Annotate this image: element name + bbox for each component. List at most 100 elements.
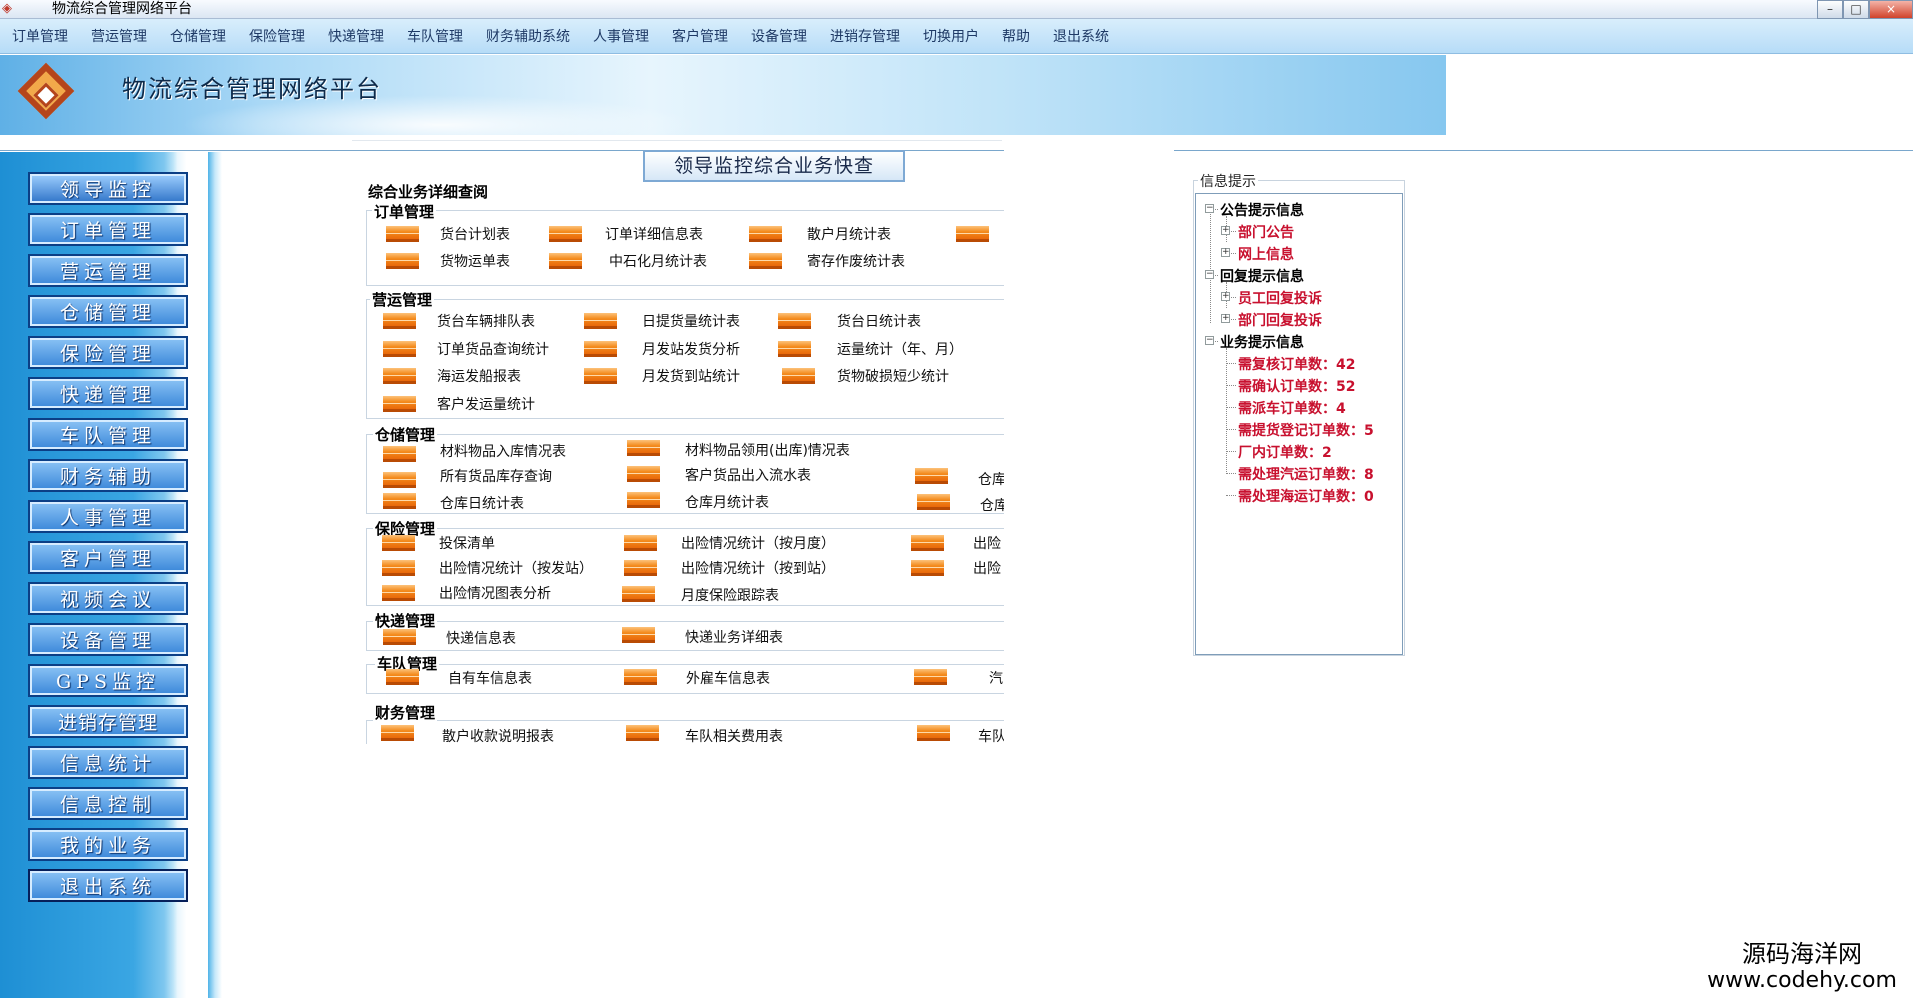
report-icon[interactable] bbox=[911, 535, 944, 551]
link-report[interactable]: 运量统计（年、月） bbox=[837, 339, 963, 359]
sidebar-item-my-business[interactable]: 我的业务 bbox=[28, 828, 188, 861]
report-icon[interactable] bbox=[584, 313, 617, 329]
sidebar-item-storage[interactable]: 仓储管理 bbox=[28, 295, 188, 328]
link-report[interactable]: 出险情况统计（按发站） bbox=[439, 558, 593, 578]
menu-item-switch-user[interactable]: 切换用户 bbox=[923, 26, 979, 46]
sidebar-item-fleet[interactable]: 车队管理 bbox=[28, 418, 188, 451]
report-icon[interactable] bbox=[627, 440, 660, 456]
link-report[interactable]: 月发站发货分析 bbox=[642, 339, 740, 359]
link-report[interactable]: 货物破损短少统计 bbox=[837, 366, 949, 386]
tree-node-online-info[interactable]: 网上信息 bbox=[1238, 244, 1294, 264]
report-icon[interactable] bbox=[386, 226, 419, 242]
menu-item-operations[interactable]: 营运管理 bbox=[91, 26, 147, 46]
link-report[interactable]: 货台日统计表 bbox=[837, 311, 921, 331]
link-report[interactable]: 订单货品查询统计 bbox=[437, 339, 549, 359]
report-icon[interactable] bbox=[778, 341, 811, 357]
tree-node-announcements[interactable]: 公告提示信息 bbox=[1220, 200, 1304, 220]
report-icon[interactable] bbox=[549, 253, 582, 269]
report-icon[interactable] bbox=[383, 313, 416, 329]
report-icon[interactable] bbox=[383, 446, 416, 462]
tree-node-business-item[interactable]: 需提货登记订单数：5 bbox=[1238, 420, 1374, 440]
report-icon[interactable] bbox=[956, 226, 989, 242]
report-icon[interactable] bbox=[782, 368, 815, 384]
sidebar-item-leader-monitor[interactable]: 领导监控 bbox=[28, 172, 188, 205]
report-icon[interactable] bbox=[584, 368, 617, 384]
link-report[interactable]: 快递业务详细表 bbox=[685, 627, 783, 647]
tree-node-business-item[interactable]: 需确认订单数：52 bbox=[1238, 376, 1355, 396]
report-icon[interactable] bbox=[914, 669, 947, 685]
menu-item-customer[interactable]: 客户管理 bbox=[672, 26, 728, 46]
link-report[interactable]: 仓库日统计表 bbox=[440, 493, 524, 513]
menu-item-equipment[interactable]: 设备管理 bbox=[751, 26, 807, 46]
report-icon[interactable] bbox=[622, 627, 655, 643]
link-report[interactable]: 中石化月统计表 bbox=[609, 251, 707, 271]
link-report[interactable]: 汽 bbox=[989, 668, 1003, 688]
report-icon[interactable] bbox=[749, 226, 782, 242]
sidebar-item-equipment[interactable]: 设备管理 bbox=[28, 623, 188, 656]
link-report[interactable]: 出险情况图表分析 bbox=[439, 583, 551, 603]
report-icon[interactable] bbox=[917, 494, 950, 510]
report-icon[interactable] bbox=[622, 586, 655, 602]
link-report[interactable]: 车队 bbox=[978, 726, 1006, 746]
report-icon[interactable] bbox=[624, 669, 657, 685]
sidebar-item-insurance[interactable]: 保险管理 bbox=[28, 336, 188, 369]
report-icon[interactable] bbox=[383, 472, 416, 488]
report-icon[interactable] bbox=[382, 560, 415, 576]
tree-node-business-item[interactable]: 厂内订单数：2 bbox=[1238, 442, 1332, 462]
sidebar-item-inventory[interactable]: 进销存管理 bbox=[28, 705, 188, 738]
link-report[interactable]: 所有货品库存查询 bbox=[440, 466, 552, 486]
expand-toggle-icon[interactable]: + bbox=[1221, 226, 1230, 235]
link-report[interactable]: 客户货品出入流水表 bbox=[685, 465, 811, 485]
report-icon[interactable] bbox=[383, 396, 416, 412]
report-icon[interactable] bbox=[386, 253, 419, 269]
menu-item-hr[interactable]: 人事管理 bbox=[593, 26, 649, 46]
report-icon[interactable] bbox=[383, 493, 416, 509]
report-icon[interactable] bbox=[778, 313, 811, 329]
link-report[interactable]: 散户收款说明报表 bbox=[442, 726, 554, 746]
report-icon[interactable] bbox=[584, 341, 617, 357]
report-icon[interactable] bbox=[627, 466, 660, 482]
tree-node-business-item[interactable]: 需处理汽运订单数：8 bbox=[1238, 464, 1374, 484]
menu-item-inventory[interactable]: 进销存管理 bbox=[830, 26, 900, 46]
link-report[interactable]: 车队相关费用表 bbox=[685, 726, 783, 746]
link-report[interactable]: 出险情况统计（按月度） bbox=[681, 533, 835, 553]
menu-item-express[interactable]: 快递管理 bbox=[328, 26, 384, 46]
link-report[interactable]: 客户发运量统计 bbox=[437, 394, 535, 414]
report-icon[interactable] bbox=[917, 725, 950, 741]
link-report[interactable]: 月发货到站统计 bbox=[642, 366, 740, 386]
link-report[interactable]: 投保清单 bbox=[439, 533, 495, 553]
expand-toggle-icon[interactable]: + bbox=[1221, 292, 1230, 301]
menu-item-finance[interactable]: 财务辅助系统 bbox=[486, 26, 570, 46]
tree-node-business-item[interactable]: 需派车订单数：4 bbox=[1238, 398, 1346, 418]
collapse-toggle-icon[interactable]: − bbox=[1205, 270, 1214, 279]
menu-item-help[interactable]: 帮助 bbox=[1002, 26, 1030, 46]
sidebar-item-customer[interactable]: 客户管理 bbox=[28, 541, 188, 574]
report-icon[interactable] bbox=[386, 669, 419, 685]
sidebar-item-order[interactable]: 订单管理 bbox=[28, 213, 188, 246]
sidebar-item-video-conference[interactable]: 视频会议 bbox=[28, 582, 188, 615]
link-report[interactable]: 自有车信息表 bbox=[448, 668, 532, 688]
collapse-toggle-icon[interactable]: − bbox=[1205, 336, 1214, 345]
tree-node-dept-announcement[interactable]: 部门公告 bbox=[1238, 222, 1294, 242]
report-icon[interactable] bbox=[915, 468, 948, 484]
link-report[interactable]: 订单详细信息表 bbox=[605, 224, 703, 244]
report-icon[interactable] bbox=[383, 368, 416, 384]
report-icon[interactable] bbox=[911, 560, 944, 576]
link-report[interactable]: 货台计划表 bbox=[440, 224, 510, 244]
link-report[interactable]: 出险 bbox=[973, 533, 1001, 553]
report-icon[interactable] bbox=[383, 341, 416, 357]
tree-node-dept-reply[interactable]: 部门回复投诉 bbox=[1238, 310, 1322, 330]
report-icon[interactable] bbox=[627, 492, 660, 508]
tree-node-business-item[interactable]: 需处理海运订单数：0 bbox=[1238, 486, 1374, 506]
link-report[interactable]: 货物运单表 bbox=[440, 251, 510, 271]
link-report[interactable]: 材料物品领用(出库)情况表 bbox=[685, 440, 850, 460]
link-report[interactable]: 仓库 bbox=[978, 469, 1006, 489]
sidebar-item-exit[interactable]: 退出系统 bbox=[28, 869, 188, 902]
expand-toggle-icon[interactable]: + bbox=[1221, 248, 1230, 257]
sidebar-item-statistics[interactable]: 信息统计 bbox=[28, 746, 188, 779]
link-report[interactable]: 出险情况统计（按到站） bbox=[681, 558, 835, 578]
sidebar-item-express[interactable]: 快递管理 bbox=[28, 377, 188, 410]
collapse-toggle-icon[interactable]: − bbox=[1205, 204, 1214, 213]
report-icon[interactable] bbox=[382, 535, 415, 551]
sidebar-item-hr[interactable]: 人事管理 bbox=[28, 500, 188, 533]
